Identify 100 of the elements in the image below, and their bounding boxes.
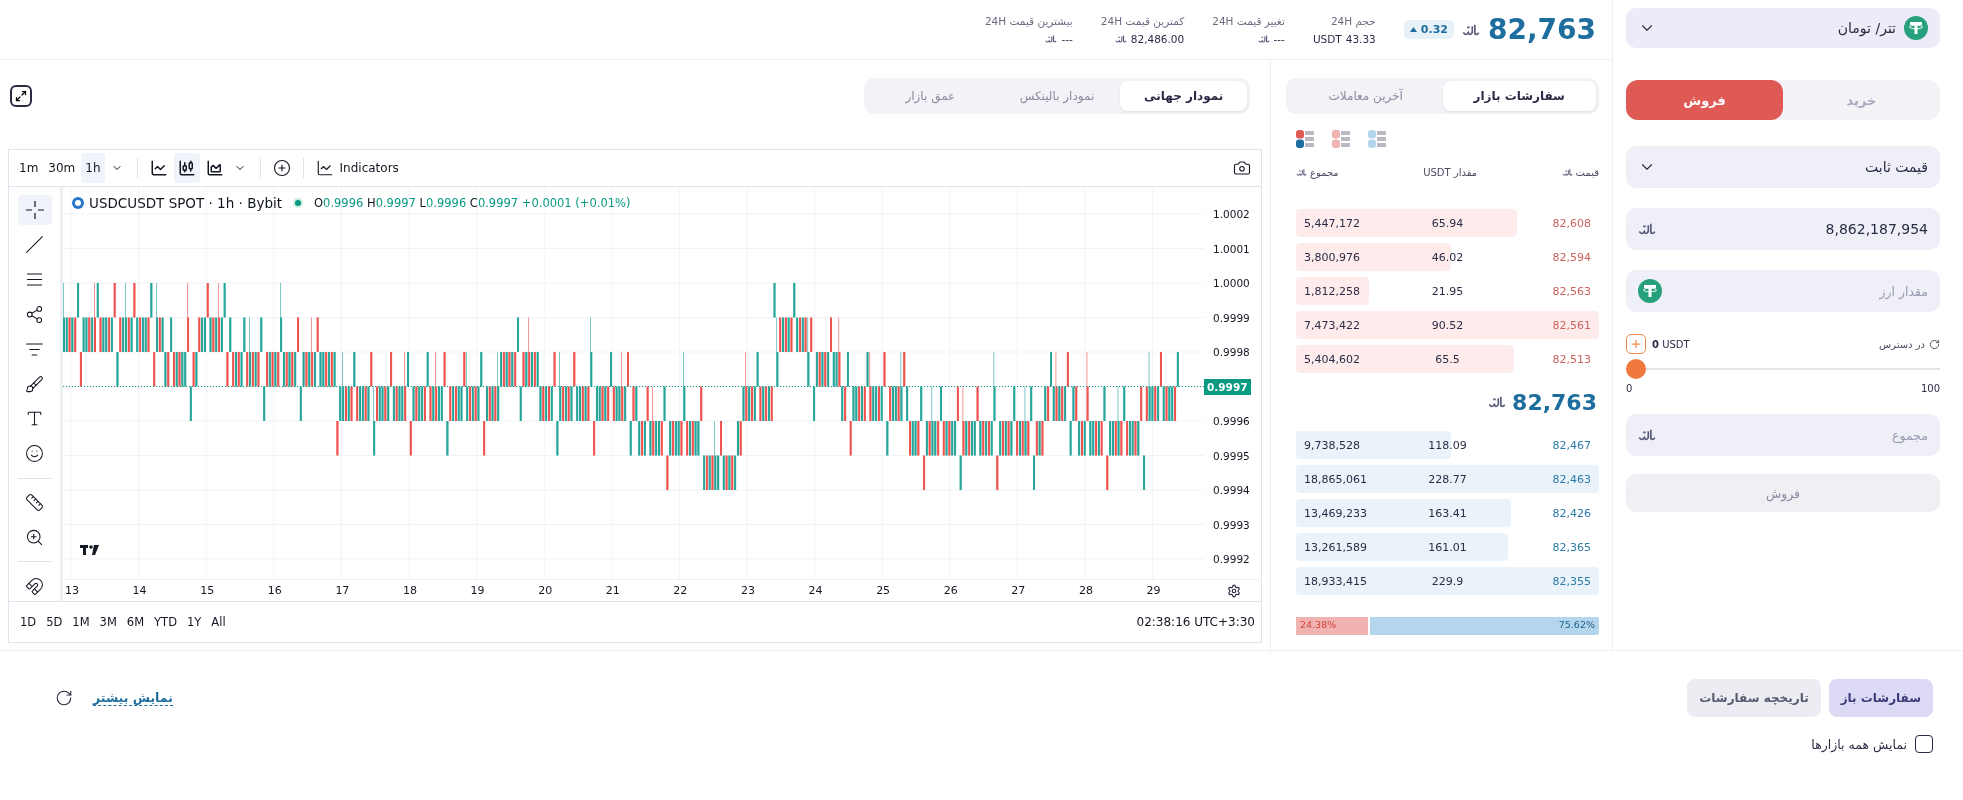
price-cell-text: 82,365 bbox=[1551, 540, 1592, 554]
candlestick-icon bbox=[177, 159, 196, 177]
pair-selector[interactable]: تتر/ تومان bbox=[1626, 8, 1940, 48]
refresh-icon[interactable] bbox=[55, 689, 73, 707]
date-tick: 27 bbox=[1010, 584, 1027, 597]
plus-icon bbox=[1630, 338, 1642, 350]
up-icon bbox=[1409, 27, 1417, 32]
range-button[interactable]: 1Y bbox=[184, 613, 205, 631]
stat-label: حجم 24H bbox=[1330, 14, 1376, 27]
refresh-icon[interactable] bbox=[1929, 338, 1940, 350]
date-tick: 14 bbox=[131, 584, 148, 597]
range-button[interactable]: 1D bbox=[17, 613, 40, 631]
amount-cell-text: 65.5 bbox=[1434, 352, 1461, 366]
amount-cell-text: 161.01 bbox=[1427, 540, 1468, 554]
date-tick: 18 bbox=[401, 584, 418, 597]
column-header: قیمت bbox=[1575, 166, 1599, 178]
amount-cell-text: 229.9 bbox=[1430, 574, 1465, 588]
toman-icon bbox=[1296, 166, 1307, 178]
range-button[interactable]: YTD bbox=[151, 613, 180, 631]
expand-button[interactable] bbox=[10, 85, 32, 107]
price-cell-text: 82,355 bbox=[1551, 574, 1592, 588]
amount-cell-text: 65.94 bbox=[1430, 216, 1465, 230]
total-cell-text: 5,404,602 bbox=[1303, 352, 1361, 366]
stat-label: بیشترین قیمت 24H bbox=[984, 14, 1073, 27]
date-tick: 26 bbox=[942, 584, 959, 597]
price-cell-text: 82,608 bbox=[1551, 216, 1592, 230]
amount-cell-text: 90.52 bbox=[1430, 318, 1465, 332]
line-chart-icon bbox=[315, 159, 334, 177]
crosshair-button[interactable] bbox=[17, 195, 52, 225]
date-tick: 17 bbox=[334, 584, 351, 597]
indicators-button[interactable]: Indicators bbox=[311, 153, 403, 183]
stat-value: 43.33 bbox=[1345, 32, 1376, 45]
price-tick: 1.0000 bbox=[1212, 276, 1251, 291]
orders-tab[interactable]: سفارشات باز bbox=[1828, 679, 1933, 717]
price-cell-text: 82,463 bbox=[1551, 472, 1592, 486]
settings-icon[interactable] bbox=[1227, 583, 1241, 598]
chart-type-button[interactable] bbox=[173, 153, 200, 183]
total-cell-text: 18,933,415 bbox=[1303, 574, 1368, 588]
date-tick: 22 bbox=[672, 584, 689, 597]
slider-max: 100 bbox=[1920, 383, 1940, 394]
range-button[interactable]: 1M bbox=[69, 613, 93, 631]
range-button[interactable]: All bbox=[208, 613, 229, 631]
price-cell-text: 82,563 bbox=[1551, 284, 1592, 298]
price-tick: 0.9996 bbox=[1212, 414, 1251, 429]
order-book-tab[interactable]: سفارشات بازار bbox=[1442, 81, 1596, 111]
price-cell-text: 82,467 bbox=[1551, 438, 1592, 452]
amount-cell-text: 46.02 bbox=[1430, 250, 1465, 264]
total-cell-text: 3,800,976 bbox=[1303, 250, 1361, 264]
tether-icon bbox=[1904, 16, 1928, 40]
mid-price: 82,763 bbox=[1512, 389, 1597, 415]
amount-cell-text: 163.41 bbox=[1427, 506, 1468, 520]
price-tick: 0.9999 bbox=[1212, 310, 1251, 326]
interval-button[interactable]: 30m bbox=[44, 153, 80, 183]
checkbox[interactable] bbox=[1915, 735, 1933, 753]
date-tick: 15 bbox=[199, 584, 216, 597]
range-button[interactable]: 6M bbox=[123, 613, 148, 631]
side-tab[interactable]: فروش bbox=[1626, 80, 1783, 120]
camera-icon bbox=[1233, 159, 1251, 177]
interval-button[interactable]: 1h bbox=[81, 153, 105, 183]
range-button[interactable]: 3M bbox=[96, 613, 120, 631]
price-cell-text: 82,513 bbox=[1551, 352, 1592, 366]
symbol-icon bbox=[71, 196, 85, 210]
tether-icon bbox=[1638, 279, 1662, 303]
slider-thumb[interactable] bbox=[1626, 359, 1646, 379]
symbol-title: USDCUSDT SPOT · 1h · Bybit bbox=[89, 195, 282, 211]
current-price: 82,763 bbox=[1487, 13, 1596, 46]
date-tick: 16 bbox=[266, 584, 283, 597]
ohlc-values: O0.9996 H0.9997 L0.9996 C0.9997 +0.0001 (+0.01%) bbox=[314, 196, 631, 210]
stat-value: 82,486.00 bbox=[1130, 32, 1185, 45]
total-cell-text: 7,473,422 bbox=[1303, 318, 1361, 332]
order-type-select[interactable]: قیمت ثابت bbox=[1626, 146, 1940, 188]
date-tick: 29 bbox=[1145, 584, 1162, 597]
show-more-link[interactable]: نمایش بیشتر bbox=[93, 690, 173, 706]
date-tick: 20 bbox=[537, 584, 554, 597]
plus-circle-icon bbox=[272, 159, 291, 177]
price-tick: 0.9992 bbox=[1212, 552, 1251, 567]
column-header: مقدار USDT bbox=[1423, 166, 1478, 178]
price-field[interactable]: 8,862,187,954 bbox=[1626, 208, 1940, 250]
crosshair-icon bbox=[24, 199, 45, 220]
date-tick: 28 bbox=[1077, 584, 1094, 597]
stat-unit: USDT bbox=[1312, 32, 1342, 45]
date-tick: 13 bbox=[64, 584, 80, 597]
date-tick: 25 bbox=[875, 584, 892, 597]
stat-label: تغییر قیمت 24H bbox=[1212, 14, 1285, 27]
price-cell-text: 82,594 bbox=[1551, 250, 1592, 264]
total-cell-text: 13,469,233 bbox=[1303, 506, 1368, 520]
price-tick: 1.0001 bbox=[1212, 241, 1251, 257]
layout-icon[interactable] bbox=[1296, 130, 1314, 148]
expand-icon bbox=[15, 90, 27, 102]
chart-tab[interactable]: نمودار جهانی bbox=[1120, 81, 1247, 111]
slider-min: 0 bbox=[1626, 383, 1633, 394]
price-tick: 0.9993 bbox=[1212, 517, 1251, 533]
stat-value: --- bbox=[1273, 32, 1285, 45]
price-tick: 0.9994 bbox=[1212, 483, 1251, 498]
balance-text: 0 USDT bbox=[1652, 338, 1690, 350]
amount-cell-text: 118.09 bbox=[1427, 438, 1468, 452]
orders-tab[interactable]: تاریخچه سفارشات bbox=[1687, 679, 1821, 717]
interval-button[interactable]: 1m bbox=[15, 153, 43, 183]
total-cell-text: 5,447,172 bbox=[1303, 216, 1361, 230]
range-button[interactable]: 5D bbox=[43, 613, 66, 631]
